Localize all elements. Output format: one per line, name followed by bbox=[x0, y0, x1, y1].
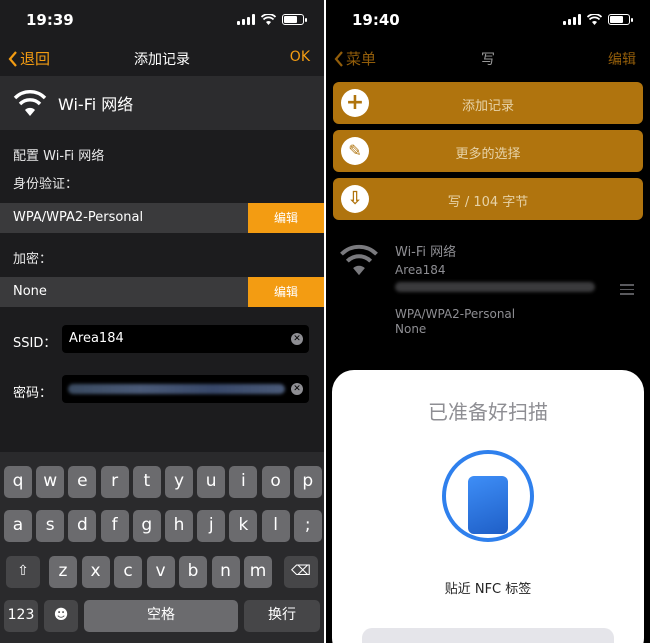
edit-button[interactable]: 编辑 bbox=[608, 49, 636, 69]
more-options-button[interactable]: ✎ 更多的选择 bbox=[333, 130, 643, 172]
status-time: 19:40 bbox=[352, 11, 400, 29]
key-s[interactable]: s bbox=[36, 510, 65, 542]
key-v[interactable]: v bbox=[146, 556, 175, 588]
return-key[interactable]: 换行 bbox=[244, 600, 320, 632]
record-type-header: Wi-Fi 网络 bbox=[0, 76, 324, 130]
encryption-label: 加密： bbox=[13, 252, 53, 267]
auth-value: WPA/WPA2-Personal bbox=[13, 210, 144, 225]
space-key[interactable]: 空格 bbox=[84, 600, 238, 632]
key-j[interactable]: j bbox=[197, 510, 226, 542]
key-o[interactable]: o bbox=[261, 466, 290, 498]
ok-button[interactable]: OK bbox=[290, 49, 310, 65]
key-t[interactable]: t bbox=[132, 466, 161, 498]
clear-icon[interactable]: ✕ bbox=[291, 383, 303, 395]
key-w[interactable]: w bbox=[36, 466, 65, 498]
record-title: Wi-Fi 网络 bbox=[395, 245, 457, 260]
sheet-subtitle: 贴近 NFC 标签 bbox=[444, 582, 532, 597]
nav-bar: 菜单 写 编辑 bbox=[326, 42, 650, 76]
config-label: 配置 Wi-Fi 网络 bbox=[13, 149, 105, 164]
blurred-password bbox=[395, 282, 595, 292]
nfc-scan-sheet: 已准备好扫描 贴近 NFC 标签 bbox=[332, 370, 644, 643]
emoji-key[interactable]: ☻ bbox=[44, 600, 78, 632]
status-bar: 19:39 bbox=[0, 0, 324, 42]
battery-icon bbox=[608, 14, 633, 25]
add-record-button[interactable]: + 添加记录 bbox=[333, 82, 643, 124]
more-options-label: 更多的选择 bbox=[455, 147, 521, 162]
key-i[interactable]: i bbox=[229, 466, 258, 498]
key-n[interactable]: n bbox=[211, 556, 240, 588]
phone-icon bbox=[468, 476, 508, 534]
ssid-input[interactable]: Area184 ✕ bbox=[62, 325, 309, 353]
key-p[interactable]: p bbox=[293, 466, 322, 498]
key-k[interactable]: k bbox=[229, 510, 258, 542]
wifi-status-icon bbox=[587, 14, 602, 25]
add-record-label: 添加记录 bbox=[461, 99, 514, 114]
key-b[interactable]: b bbox=[179, 556, 207, 588]
encryption-value: None bbox=[13, 284, 47, 299]
left-screen: 19:39 退回 添加记录 OK Wi-Fi 网络 配置 Wi-Fi 网络 身份… bbox=[0, 0, 324, 643]
cancel-button[interactable] bbox=[362, 628, 614, 643]
right-screen: 19:40 菜单 写 编辑 + 添加记录 ✎ 更多的选择 ⇩ 写 / 104 字… bbox=[326, 0, 650, 643]
password-input[interactable]: ✕ bbox=[62, 375, 309, 403]
nav-bar: 退回 添加记录 OK bbox=[0, 42, 324, 76]
record-ssid: Area184 bbox=[395, 263, 446, 277]
sheet-title: 已准备好扫描 bbox=[428, 400, 548, 424]
record-item[interactable]: Wi-Fi 网络 Area184 WPA/WPA2-Personal None bbox=[326, 232, 650, 350]
backspace-key[interactable]: ⌫ bbox=[284, 556, 318, 588]
key-e[interactable]: e bbox=[68, 466, 97, 498]
key-g[interactable]: g bbox=[132, 510, 161, 542]
encryption-edit-button[interactable]: 编辑 bbox=[248, 277, 324, 307]
keyboard: qwertyuiop a s d f g h j k l; zxcvbnm ⇧ ⌫ 123 ☻ … bbox=[0, 452, 324, 643]
key-x[interactable]: x bbox=[81, 556, 110, 588]
status-icons bbox=[237, 14, 307, 25]
ssid-label: SSID： bbox=[13, 336, 57, 351]
battery-icon bbox=[282, 14, 307, 25]
shift-key[interactable]: ⇧ bbox=[6, 556, 40, 588]
key-r[interactable]: r bbox=[100, 466, 129, 498]
nav-title: 写 bbox=[481, 52, 495, 68]
key-a[interactable]: a bbox=[4, 510, 32, 542]
status-icons bbox=[563, 14, 633, 25]
nav-title: 添加记录 bbox=[134, 52, 190, 68]
key-y[interactable]: y bbox=[165, 466, 193, 498]
signal-icon bbox=[563, 14, 581, 25]
key-u[interactable]: u bbox=[197, 466, 226, 498]
signal-icon bbox=[237, 14, 255, 25]
auth-label: 身份验证： bbox=[13, 177, 79, 192]
record-auth: WPA/WPA2-Personal bbox=[395, 307, 516, 321]
key-q[interactable]: q bbox=[4, 466, 32, 498]
auth-edit-button[interactable]: 编辑 bbox=[248, 203, 324, 233]
wifi-icon bbox=[340, 244, 378, 276]
auth-row: WPA/WPA2-Personal 编辑 bbox=[0, 203, 324, 233]
encryption-row: None 编辑 bbox=[0, 277, 324, 307]
key-c[interactable]: c bbox=[114, 556, 142, 588]
ssid-value: Area184 bbox=[69, 331, 124, 346]
write-button[interactable]: ⇩ 写 / 104 字节 bbox=[333, 178, 643, 220]
blurred-password bbox=[68, 384, 285, 394]
clear-icon[interactable]: ✕ bbox=[291, 333, 303, 345]
key-z[interactable]: z bbox=[49, 556, 77, 588]
wifi-status-icon bbox=[261, 14, 276, 25]
status-bar: 19:40 bbox=[326, 0, 650, 42]
numbers-key[interactable]: 123 bbox=[4, 600, 38, 632]
wifi-icon bbox=[13, 90, 47, 116]
key-h[interactable]: h bbox=[165, 510, 193, 542]
reorder-handle-icon[interactable] bbox=[620, 284, 634, 298]
record-type-title: Wi-Fi 网络 bbox=[58, 95, 134, 114]
key-semicolon[interactable]: ; bbox=[293, 510, 322, 542]
key-f[interactable]: f bbox=[100, 510, 129, 542]
key-m[interactable]: m bbox=[244, 556, 272, 588]
key-l[interactable]: l bbox=[261, 510, 290, 542]
key-d[interactable]: d bbox=[68, 510, 97, 542]
password-label: 密码： bbox=[13, 386, 53, 401]
record-encryption: None bbox=[395, 322, 427, 336]
write-label: 写 / 104 字节 bbox=[447, 195, 529, 210]
status-time: 19:39 bbox=[26, 11, 74, 29]
